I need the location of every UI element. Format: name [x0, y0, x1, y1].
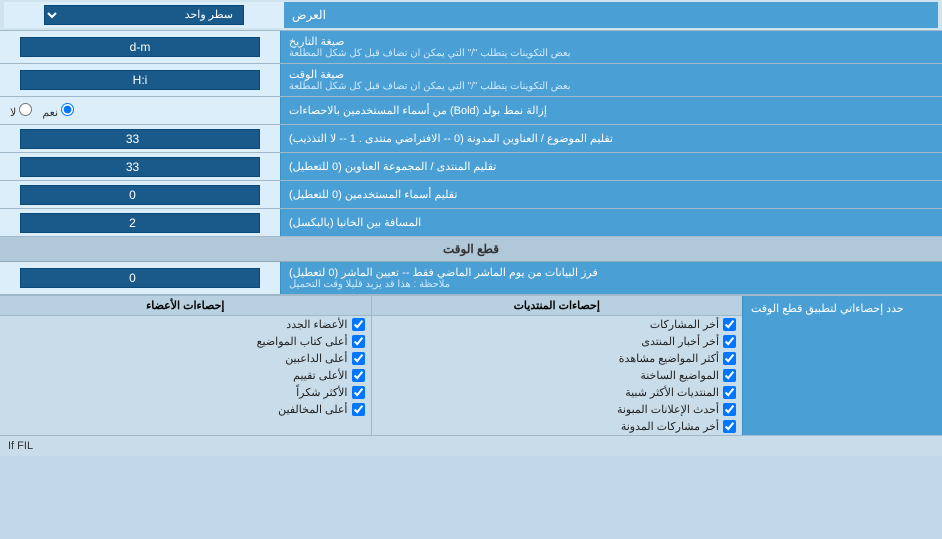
time-format-value — [0, 64, 280, 96]
checkbox-latest-news: أخر أخبار المنتدى — [372, 333, 743, 350]
checkbox-recent-ads-label: أحدث الإعلانات المبونة — [617, 403, 719, 416]
checkbox-most-viewed-input[interactable] — [723, 352, 736, 365]
checkbox-new-members: الأعضاء الجدد — [0, 316, 371, 333]
display-select[interactable]: سطر واحدسطرينثلاثة أسطر — [44, 5, 244, 25]
time-format-label: صيغة الوقت بعض التكوينات يتطلب "/" التي … — [280, 64, 942, 96]
checkbox-latest-news-label: أخر أخبار المنتدى — [641, 335, 719, 348]
bold-remove-row: إزالة نمط بولد (Bold) من أسماء المستخدمي… — [0, 97, 942, 125]
bold-remove-label: إزالة نمط بولد (Bold) من أسماء المستخدمي… — [280, 97, 942, 124]
checkbox-top-posters-label: أعلى كتاب المواضيع — [257, 335, 348, 348]
col2-header: إحصاءات المنتديات — [372, 296, 743, 316]
time-format-row: صيغة الوقت بعض التكوينات يتطلب "/" التي … — [0, 64, 942, 97]
col2: إحصاءات المنتديات أخر المشاركات أخر أخبا… — [371, 296, 743, 435]
checkbox-top-posters2-input[interactable] — [352, 352, 365, 365]
checkbox-most-thanks: الأكثر شكراً — [0, 384, 371, 401]
space-between-label: المسافة بين الخانيا (بالبكسل) — [280, 209, 942, 236]
checkbox-last-noted-posts-input[interactable] — [723, 420, 736, 433]
checkbox-hot-topics-input[interactable] — [723, 369, 736, 382]
date-format-row: صيغة التاريخ بعض التكوينات يتطلب "/" الت… — [0, 31, 942, 64]
checkbox-last-posts-label: أخر المشاركات — [650, 318, 719, 331]
topic-title-label: تقليم الموضوع / العناوين المدونة (0 -- ا… — [280, 125, 942, 152]
checkbox-last-noted-posts: أخر مشاركات المدونة — [372, 418, 743, 435]
col3: إحصاءات الأعضاء الأعضاء الجدد أعلى كتاب … — [0, 296, 371, 435]
checkbox-most-thanks-label: الأكثر شكراً — [296, 386, 347, 399]
checkbox-new-members-label: الأعضاء الجدد — [286, 318, 347, 331]
checkbox-top-posters2-label: أعلى الداعبين — [285, 352, 347, 365]
radio-no[interactable] — [19, 103, 32, 116]
checkbox-most-like-forums: المنتديات الأكثر شبية — [372, 384, 743, 401]
checkbox-top-visitors-input[interactable] — [352, 403, 365, 416]
bottom-note: If FIL — [0, 435, 942, 456]
checkbox-last-posts-input[interactable] — [723, 318, 736, 331]
checkboxes-section: حدد إحصاءاتي لتطبيق قطع الوقت إحصاءات ال… — [0, 295, 942, 435]
main-container: العرض سطر واحدسطرينثلاثة أسطر صيغة التار… — [0, 0, 942, 456]
forum-title-row: تقليم المنتدى / المجموعة العناوين (0 للت… — [0, 153, 942, 181]
radio-no-label: لا — [10, 103, 32, 119]
time-cut-value — [0, 262, 280, 294]
display-row: العرض سطر واحدسطرينثلاثة أسطر — [0, 0, 942, 31]
checkbox-most-like-forums-input[interactable] — [723, 386, 736, 399]
topic-title-value — [0, 125, 280, 152]
radio-yes-label: نعم — [42, 103, 74, 119]
forum-title-label: تقليم المنتدى / المجموعة العناوين (0 للت… — [280, 153, 942, 180]
time-cut-input[interactable] — [20, 268, 260, 288]
checkbox-hot-topics: المواضيع الساخنة — [372, 367, 743, 384]
checkbox-top-posters2: أعلى الداعبين — [0, 350, 371, 367]
username-count-row: تقليم أسماء المستخدمين (0 للتعطيل) — [0, 181, 942, 209]
forum-title-value — [0, 153, 280, 180]
username-count-input[interactable] — [20, 185, 260, 205]
checkbox-last-noted-posts-label: أخر مشاركات المدونة — [621, 420, 719, 433]
checkbox-top-visitors-label: أعلى المخالفين — [278, 403, 347, 416]
checkbox-most-thanks-input[interactable] — [352, 386, 365, 399]
time-cut-label: فرز البيانات من يوم الماشر الماضي فقط --… — [280, 262, 942, 294]
date-format-input[interactable] — [20, 37, 260, 57]
apply-label: حدد إحصاءاتي لتطبيق قطع الوقت — [742, 296, 942, 435]
checkbox-top-rated-input[interactable] — [352, 369, 365, 382]
forum-title-input[interactable] — [20, 157, 260, 177]
checkbox-most-viewed: أكثر المواضيع مشاهدة — [372, 350, 743, 367]
time-cut-row: فرز البيانات من يوم الماشر الماضي فقط --… — [0, 262, 942, 295]
topic-title-input[interactable] — [20, 129, 260, 149]
username-count-label: تقليم أسماء المستخدمين (0 للتعطيل) — [280, 181, 942, 208]
bottom-note-text: If FIL — [8, 440, 33, 452]
checkbox-top-rated-label: الأعلى تقييم — [293, 369, 347, 382]
time-cut-header: قطع الوقت — [0, 237, 942, 262]
checkbox-top-posters-input[interactable] — [352, 335, 365, 348]
checkbox-top-visitors: أعلى المخالفين — [0, 401, 371, 418]
checkbox-hot-topics-label: المواضيع الساخنة — [640, 369, 719, 382]
display-label: العرض — [292, 8, 326, 22]
checkbox-new-members-input[interactable] — [352, 318, 365, 331]
col3-header: إحصاءات الأعضاء — [0, 296, 371, 316]
space-between-row: المسافة بين الخانيا (بالبكسل) — [0, 209, 942, 237]
checkbox-recent-ads-input[interactable] — [723, 403, 736, 416]
space-between-input[interactable] — [20, 213, 260, 233]
username-count-value — [0, 181, 280, 208]
checkbox-most-like-forums-label: المنتديات الأكثر شبية — [625, 386, 719, 399]
checkbox-last-posts: أخر المشاركات — [372, 316, 743, 333]
time-format-input[interactable] — [20, 70, 260, 90]
topic-title-row: تقليم الموضوع / العناوين المدونة (0 -- ا… — [0, 125, 942, 153]
checkbox-recent-ads: أحدث الإعلانات المبونة — [372, 401, 743, 418]
bold-remove-value: نعم لا — [0, 97, 280, 124]
date-format-value — [0, 31, 280, 63]
checkbox-most-viewed-label: أكثر المواضيع مشاهدة — [619, 352, 719, 365]
space-between-value — [0, 209, 280, 236]
checkbox-latest-news-input[interactable] — [723, 335, 736, 348]
date-format-label: صيغة التاريخ بعض التكوينات يتطلب "/" الت… — [280, 31, 942, 63]
checkbox-top-rated: الأعلى تقييم — [0, 367, 371, 384]
radio-yes[interactable] — [61, 103, 74, 116]
checkbox-top-posters: أعلى كتاب المواضيع — [0, 333, 371, 350]
